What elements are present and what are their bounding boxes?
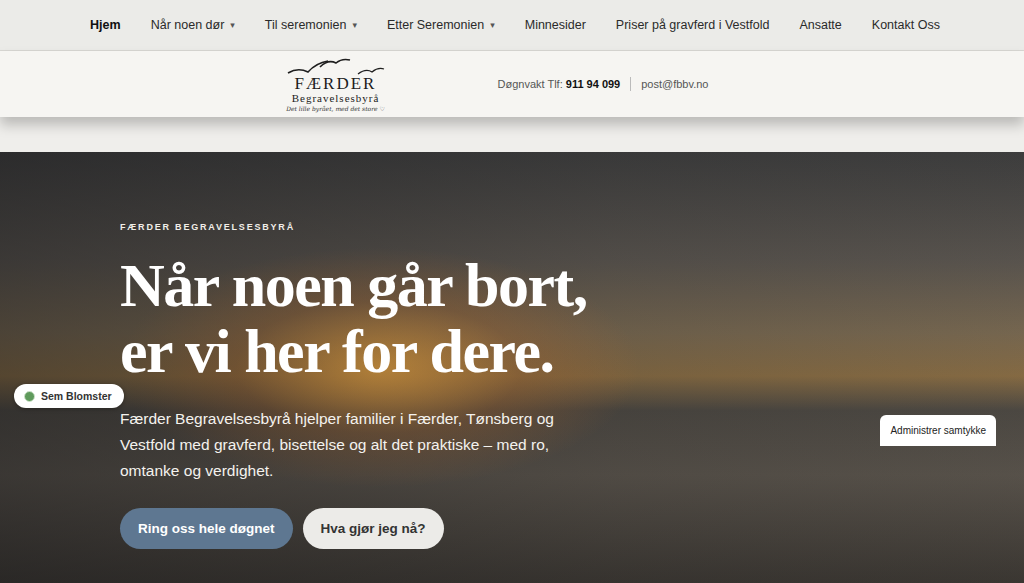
main-nav: Hjem Når noen dør ▾ Til seremonien ▾ Etter… [0,0,1024,51]
brand-bar: FÆRDER Begravelsesbyrå Det lille byrået,… [0,51,1024,117]
nav-item[interactable]: Etter Seremonien ▾ [387,18,495,32]
logo[interactable]: FÆRDER Begravelsesbyrå Det lille byrået,… [286,57,386,112]
nav-item[interactable]: Kontakt Oss [872,18,940,32]
sem-blomster-badge[interactable]: Sem Blomster [14,384,124,408]
nav-item[interactable]: Når noen dør ▾ [151,18,235,32]
logo-name: FÆRDER [295,75,377,92]
caret-icon: ▾ [230,20,235,30]
contact-info: Døgnvakt Tlf: 911 94 099 post@fbbv.no [498,77,709,91]
nav-item[interactable]: Ansatte [799,18,841,32]
hero-content: FÆRDER BEGRAVELSESBYRÅ Når noen går bort… [0,152,1024,549]
logo-subtitle: Begravelsesbyrå [292,93,380,104]
caret-icon: ▾ [490,20,495,30]
email[interactable]: post@fbbv.no [641,78,708,90]
logo-tagline: Det lille byrået, med det store ♡ [286,106,385,112]
caret-icon: ▾ [352,20,357,30]
status-dot-icon [24,391,35,402]
hero: FÆRDER BEGRAVELSESBYRÅ Når noen går bort… [0,152,1024,583]
hero-buttons: Ring oss hele døgnetHva gjør jeg nå? [120,508,1024,549]
page: Hjem Når noen dør ▾ Til seremonien ▾ Etter… [0,0,1024,583]
hero-heading: Når noen går bort,er vi her for dere. [120,252,1024,384]
nav-item[interactable]: Priser på gravferd i Vestfold [616,18,770,32]
consent-button[interactable]: Administrer samtykke [880,415,996,446]
hero-button[interactable]: Ring oss hele døgnet [120,508,293,549]
phone[interactable]: Døgnvakt Tlf: 911 94 099 [498,78,621,90]
separator [630,77,631,91]
nav-item[interactable]: Minnesider [525,18,586,32]
hero-text: Færder Begravelsesbyrå hjelper familier … [120,406,570,484]
spacer [0,117,1024,152]
nav-item[interactable]: Til seremonien ▾ [265,18,357,32]
eyebrow: FÆRDER BEGRAVELSESBYRÅ [120,222,1024,232]
hero-button[interactable]: Hva gjør jeg nå? [303,508,444,549]
nav-item[interactable]: Hjem [90,18,121,32]
